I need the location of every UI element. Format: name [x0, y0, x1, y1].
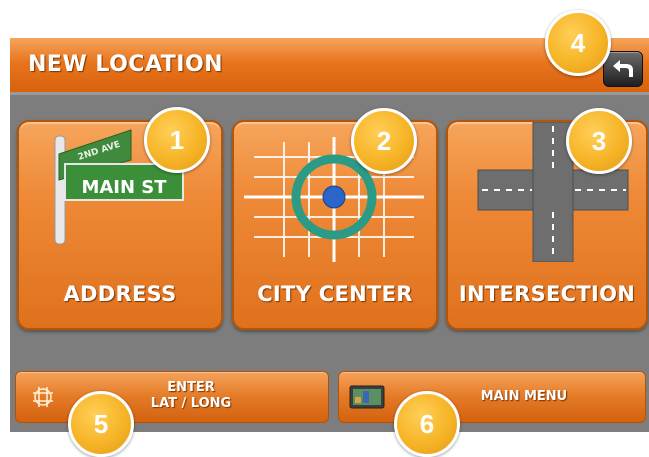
city-center-label: CITY CENTER — [257, 282, 413, 306]
enter-lat-long-button[interactable]: ENTER LAT / LONG — [15, 371, 329, 423]
back-button[interactable] — [603, 51, 643, 87]
badge-3: 3 — [566, 108, 632, 174]
page-title: NEW LOCATION — [28, 52, 224, 77]
intersection-label: INTERSECTION — [458, 282, 636, 306]
badge-5: 5 — [68, 391, 134, 457]
sign-text: MAIN ST — [81, 177, 167, 198]
badge-6: 6 — [394, 391, 460, 457]
divider — [10, 92, 649, 95]
back-arrow-icon — [613, 60, 633, 77]
main-menu-screen-icon — [349, 385, 385, 409]
badge-4: 4 — [545, 10, 611, 76]
address-label: ADDRESS — [63, 282, 177, 306]
lat-long-line2: LAT / LONG — [150, 396, 232, 411]
main-menu-button[interactable]: MAIN MENU — [338, 371, 646, 423]
lat-long-grid-icon — [33, 387, 53, 407]
badge-1: 1 — [144, 107, 210, 173]
lat-long-line1: ENTER — [167, 380, 215, 395]
main-menu-label: MAIN MENU — [480, 389, 568, 404]
badge-2: 2 — [351, 108, 417, 174]
